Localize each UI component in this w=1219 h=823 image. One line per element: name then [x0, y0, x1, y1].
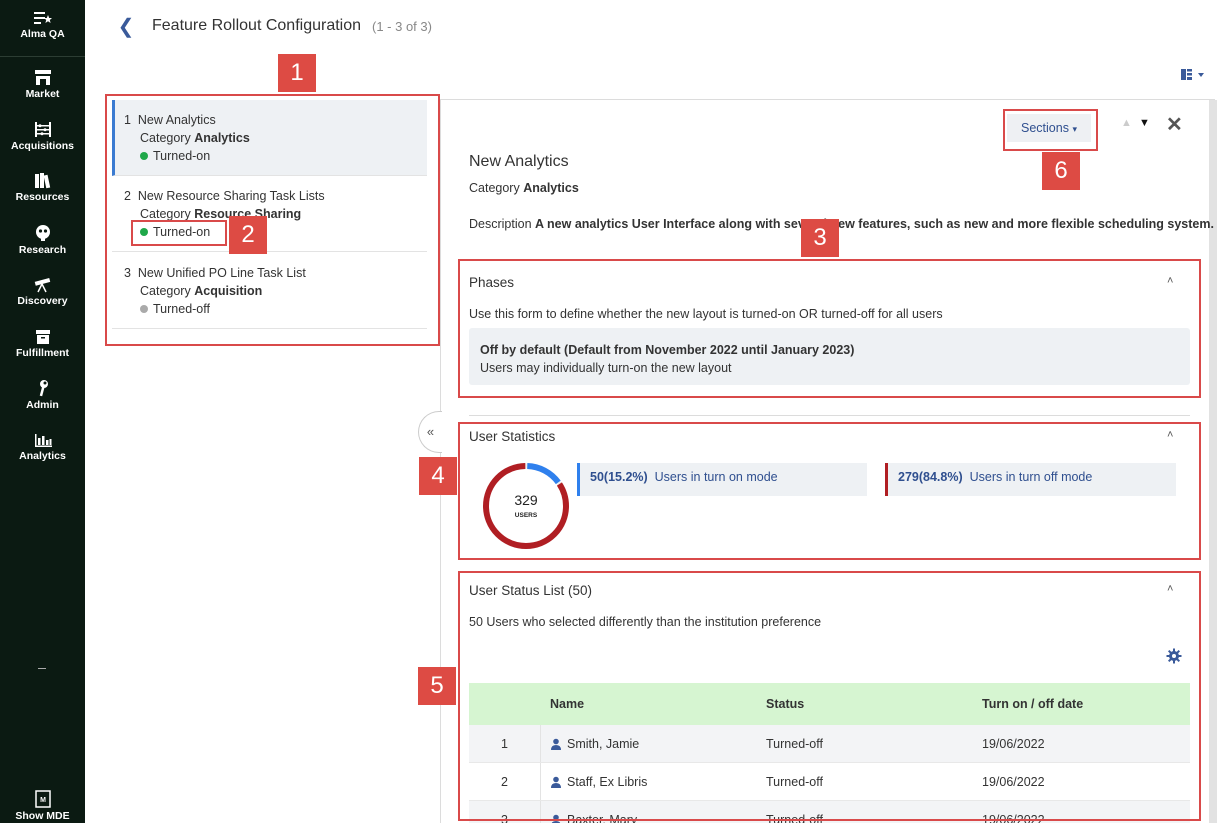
sidebar-item-label: Show MDE [15, 810, 70, 822]
close-icon[interactable]: ✕ [1166, 114, 1183, 136]
sidebar-item-acquisitions[interactable]: Acquisitions [0, 121, 85, 152]
layout-toggle-icon[interactable] [1179, 66, 1209, 82]
collapse-list-button[interactable]: « [418, 411, 442, 453]
sidebar-item-fulfillment[interactable]: Fulfillment [0, 329, 85, 359]
mde-icon: M [34, 790, 51, 808]
sidebar-item-admin[interactable]: Admin [0, 379, 85, 411]
header-divider [440, 99, 1215, 100]
annotation-badge-1: 1 [278, 54, 316, 92]
detail-title: New Analytics [469, 153, 569, 170]
svg-text:M: M [40, 797, 46, 804]
annotation-box-3 [458, 259, 1201, 398]
annotation-badge-5: 5 [418, 667, 456, 705]
store-icon [34, 70, 51, 85]
sidebar-item-analytics[interactable]: Analytics [0, 432, 85, 462]
annotation-badge-4: 4 [419, 457, 457, 495]
detail-scrollbar[interactable] [1209, 100, 1217, 823]
annotation-box-4 [458, 422, 1201, 560]
sidebar-item-label: Analytics [19, 450, 66, 462]
category-value: Analytics [523, 181, 579, 195]
description-label: Description [469, 217, 532, 231]
back-button[interactable]: ❮ [116, 16, 136, 38]
sidebar-item-label: Market [25, 88, 60, 100]
abacus-icon [34, 122, 51, 137]
annotation-box-2 [131, 220, 227, 246]
description-value: A new analytics User Interface along wit… [535, 217, 1214, 231]
next-record-button[interactable]: ▼ [1139, 117, 1150, 129]
sidebar-item-market[interactable]: Market [0, 69, 85, 100]
sidebar-item-label: Admin [26, 399, 59, 411]
sidebar-item-label: Fulfillment [15, 347, 70, 359]
sidebar-item-research[interactable]: Research [0, 224, 85, 256]
books-icon [34, 173, 50, 189]
detail-category: Category Analytics [469, 181, 579, 195]
annotation-badge-6: 6 [1042, 152, 1080, 190]
research-icon [35, 225, 50, 241]
telescope-icon [34, 277, 50, 293]
sidebar-item-discovery[interactable]: Discovery [0, 277, 85, 307]
page-title: Feature Rollout Configuration [152, 17, 362, 34]
sidebar-collapse-dash[interactable] [38, 668, 46, 669]
previous-record-button[interactable]: ▲ [1121, 117, 1132, 129]
sidebar-item-label: Resources [15, 191, 70, 203]
box-icon [35, 330, 50, 344]
menu-star-icon [33, 12, 52, 24]
detail-description: Description A new analytics User Interfa… [469, 217, 1214, 231]
sidebar-item-label: Acquisitions [10, 140, 74, 152]
sidebar-divider [0, 56, 85, 57]
annotation-badge-2: 2 [229, 216, 267, 254]
sidebar-item-label: Discovery [17, 295, 68, 307]
section-separator [469, 415, 1190, 416]
page-count: (1 - 3 of 3) [372, 19, 432, 34]
sidebar-item-label: Alma QA [20, 28, 65, 40]
annotation-box-6 [1003, 109, 1098, 151]
category-label: Category [469, 181, 520, 195]
annotation-badge-3: 3 [801, 219, 839, 257]
wrench-icon [39, 380, 48, 397]
main-sidebar: Alma QA Market Acquisitions Resources Re… [0, 0, 85, 823]
sidebar-item-resources[interactable]: Resources [0, 172, 85, 203]
annotation-box-5 [458, 571, 1201, 821]
sidebar-item-show-mde[interactable]: M Show MDE [0, 790, 85, 822]
chart-icon [34, 434, 52, 447]
sidebar-item-label: Research [18, 244, 67, 256]
sidebar-item-alma-qa[interactable]: Alma QA [0, 10, 85, 40]
